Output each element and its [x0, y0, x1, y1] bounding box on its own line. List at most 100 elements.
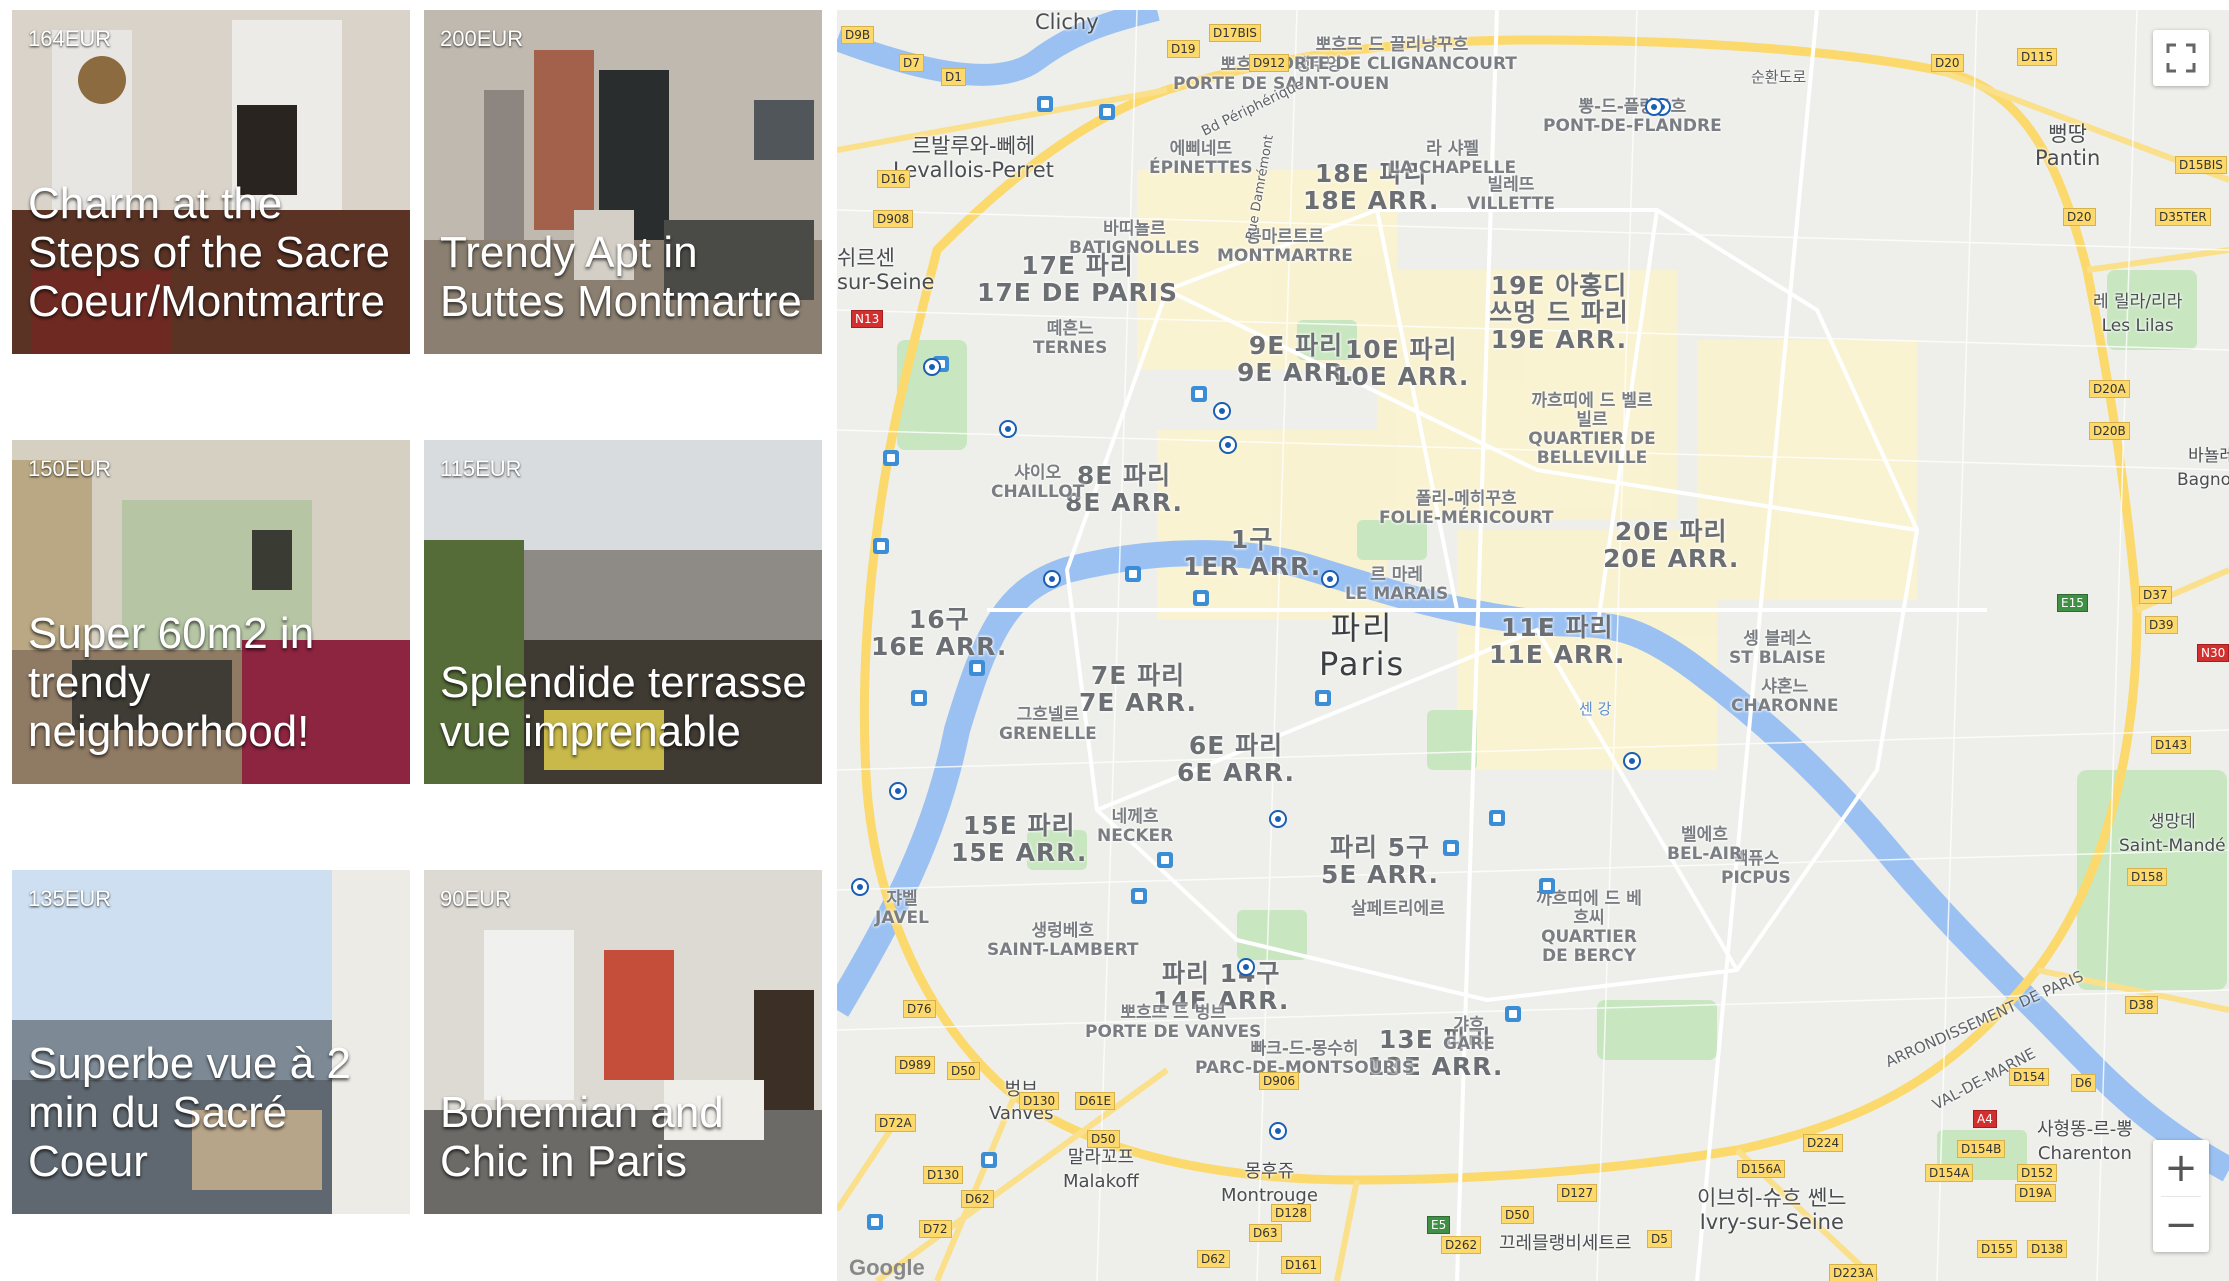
metro-station-icon[interactable]: [1237, 958, 1255, 976]
road-shield: D19A: [2015, 1184, 2056, 1202]
map-label-arrondissement: 17E 파리 17E DE PARIS: [977, 251, 1179, 307]
road-shield: D152: [2017, 1164, 2058, 1182]
road-shield: D50: [947, 1062, 980, 1080]
listing-card[interactable]: 90EUR Bohemian and Chic in Paris: [424, 870, 822, 1214]
road-shield: D1: [941, 68, 966, 86]
listing-title[interactable]: Super 60m2 in trendy neighborhood!: [28, 609, 400, 756]
road-shield: N30: [2197, 644, 2229, 662]
metro-station-icon[interactable]: [851, 878, 869, 896]
road-shield: D63: [1249, 1224, 1282, 1242]
map-label-arrondissement: 10E 파리 10E ARR.: [1333, 335, 1470, 391]
map-label-arrondissement: 6E 파리 6E ARR.: [1177, 731, 1295, 787]
map-view[interactable]: 파리 Paris 18E 파리 18E ARR. 17E 파리 17E DE PARI…: [837, 10, 2229, 1281]
listing-title[interactable]: Charm at the Steps of the Sacre Coeur/Mo…: [28, 179, 400, 326]
listing-card[interactable]: 150EUR Super 60m2 in trendy neighborhood…: [12, 440, 410, 784]
listing-price: 115EUR: [440, 456, 522, 481]
rer-station-icon[interactable]: [1191, 386, 1207, 402]
rer-station-icon[interactable]: [981, 1152, 997, 1168]
zoom-controls: + −: [2153, 1140, 2209, 1252]
road-shield: D61E: [1075, 1092, 1116, 1110]
rer-station-icon[interactable]: [1193, 590, 1209, 606]
road-shield: D130: [923, 1166, 964, 1184]
listing-price: 135EUR: [28, 886, 112, 911]
rer-station-icon[interactable]: [1539, 878, 1555, 894]
rer-station-icon[interactable]: [867, 1214, 883, 1230]
metro-station-icon[interactable]: [1623, 752, 1641, 770]
map-label-city: 이브히-슈흐 쎈느 Ivry-sur-Seine: [1697, 1186, 1847, 1234]
map-label-city: 르발루와-뻬헤 Levallois-Perret: [893, 134, 1054, 182]
listing-title[interactable]: Superbe vue à 2 min du Sacré Coeur: [28, 1039, 400, 1186]
listing-card[interactable]: 200EUR Trendy Apt in Buttes Montmartre: [424, 10, 822, 354]
listing-title[interactable]: Bohemian and Chic in Paris: [440, 1088, 812, 1186]
map-label-paris: 파리 Paris: [1319, 609, 1406, 683]
road-shield: D262: [1441, 1236, 1482, 1254]
map-label-neighborhood: 네께흐 NECKER: [1097, 807, 1174, 846]
road-shield: D127: [1557, 1184, 1598, 1202]
listing-title[interactable]: Trendy Apt in Buttes Montmartre: [440, 228, 812, 326]
map-label-neighborhood: 빌레뜨 VILLETTE: [1467, 175, 1555, 214]
rer-station-icon[interactable]: [1505, 1006, 1521, 1022]
metro-station-icon[interactable]: [1645, 98, 1663, 116]
map-label-city: 몽후쥬 Montrouge: [1221, 1161, 1318, 1206]
metro-station-icon[interactable]: [923, 358, 941, 376]
road-shield: D115: [2017, 48, 2058, 66]
road-shield: D20: [1931, 54, 1964, 72]
metro-station-icon[interactable]: [1269, 810, 1287, 828]
road-shield: D161: [1281, 1256, 1322, 1274]
map-label-neighborhood: 까흐띠에 드 벨르빌르 QUARTIER DE BELLEVILLE: [1528, 391, 1656, 468]
map-label-neighborhood: 생렁베흐 SAINT-LAMBERT: [987, 921, 1139, 960]
rer-station-icon[interactable]: [883, 450, 899, 466]
map-label-arrondissement: 15E 파리 15E ARR.: [951, 811, 1088, 867]
rer-station-icon[interactable]: [1489, 810, 1505, 826]
metro-station-icon[interactable]: [1213, 402, 1231, 420]
rer-station-icon[interactable]: [873, 538, 889, 554]
map-label-neighborhood: 살페트리에르: [1351, 899, 1445, 919]
rer-station-icon[interactable]: [1131, 888, 1147, 904]
rer-station-icon[interactable]: [969, 660, 985, 676]
rer-station-icon[interactable]: [1315, 690, 1331, 706]
listing-title[interactable]: Splendide terrasse vue imprenable: [440, 658, 812, 756]
metro-station-icon[interactable]: [1043, 570, 1061, 588]
map-label-arrondissement: 11E 파리 11E ARR.: [1489, 613, 1626, 669]
rer-station-icon[interactable]: [911, 690, 927, 706]
map-label-neighborhood: 갸흐 GARE: [1443, 1015, 1495, 1054]
road-shield: E5: [1427, 1216, 1451, 1234]
map-label-city: 사형똥-르-뽕 Charenton: [2037, 1119, 2133, 1164]
map-label-city: 말라꼬프 Malakoff: [1063, 1147, 1139, 1192]
listing-price: 164EUR: [28, 26, 112, 51]
road-shield: D15BIS: [2175, 156, 2227, 174]
road-shield: D155: [1977, 1240, 2018, 1258]
fullscreen-button[interactable]: [2153, 30, 2209, 86]
metro-station-icon[interactable]: [889, 782, 907, 800]
fullscreen-icon: [2166, 43, 2196, 73]
metro-station-icon[interactable]: [1219, 436, 1237, 454]
zoom-in-button[interactable]: +: [2153, 1140, 2209, 1196]
metro-station-icon[interactable]: [999, 420, 1017, 438]
road-shield: D16: [877, 170, 910, 188]
map-label-city: 뻥땅 Pantin: [2035, 122, 2101, 170]
road-shield: D62: [961, 1190, 994, 1208]
map-label-neighborhood: 에삐네뜨 ÉPINETTES: [1149, 139, 1253, 178]
map-label-neighborhood: 바띠뇰르 BATIGNOLLES: [1069, 219, 1200, 258]
map-label-city: 생망데 Saint-Mandé: [2119, 812, 2226, 856]
road-shield: D130: [1019, 1092, 1060, 1110]
rer-station-icon[interactable]: [1125, 566, 1141, 582]
map-label-neighborhood: 샤이오 CHAILLOT: [991, 463, 1085, 502]
road-shield: D5: [1647, 1230, 1672, 1248]
listing-grid: 164EUR Charm at the Steps of the Sacre C…: [12, 10, 822, 1250]
rer-station-icon[interactable]: [1157, 852, 1173, 868]
zoom-out-button[interactable]: −: [2153, 1197, 2209, 1253]
map-label-arrondissement: 16구 16E ARR.: [871, 605, 1008, 661]
listing-card[interactable]: 115EUR Splendide terrasse vue imprenable: [424, 440, 822, 784]
road-shield: D154B: [1957, 1140, 2006, 1158]
rer-station-icon[interactable]: [1443, 840, 1459, 856]
listing-price: 200EUR: [440, 26, 524, 51]
rer-station-icon[interactable]: [1037, 96, 1053, 112]
metro-station-icon[interactable]: [1321, 570, 1339, 588]
listing-price: 90EUR: [440, 886, 511, 911]
metro-station-icon[interactable]: [1269, 1122, 1287, 1140]
listing-card[interactable]: 164EUR Charm at the Steps of the Sacre C…: [12, 10, 410, 354]
listing-card[interactable]: 135EUR Superbe vue à 2 min du Sacré Coeu…: [12, 870, 410, 1214]
rer-station-icon[interactable]: [1099, 104, 1115, 120]
road-shield: D50: [1087, 1130, 1120, 1148]
